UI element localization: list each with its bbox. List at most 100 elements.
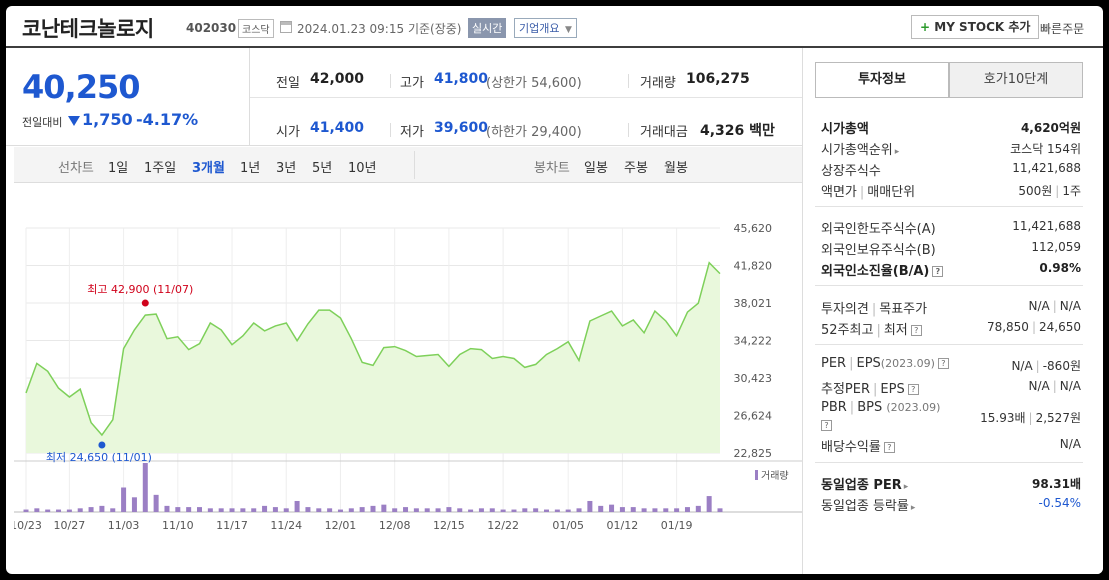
volume-bar <box>359 507 365 512</box>
open-value: 41,400 <box>310 120 365 136</box>
quick-order-link[interactable]: 빠른주문 <box>1040 20 1084 37</box>
volume-bar <box>511 509 517 512</box>
x-tick-label: 12/22 <box>487 519 519 532</box>
opinion-number: N/A <box>1028 299 1050 313</box>
x-tick-label: 12/08 <box>379 519 411 532</box>
tab-orderbook[interactable]: 호가10단계 <box>949 62 1083 98</box>
datetime-text: 2024.01.23 09:15 <box>297 22 405 36</box>
low-annotation: 최저 24,650 (11/01) <box>46 451 152 464</box>
pbr-value: 15.93배 | 2,527원 <box>980 409 1081 426</box>
cap-rank-label: 시가총액순위 ▸ <box>821 139 899 158</box>
volume-bar <box>327 508 333 512</box>
lower-limit-value: 29,400) <box>531 125 582 140</box>
bps-text: BPS <box>857 400 883 415</box>
divider <box>390 74 391 88</box>
x-tick-label: 11/10 <box>162 519 194 532</box>
market-cap-label: 시가총액 <box>821 122 869 137</box>
foreign-limit-row: 외국인한도주식수(A) 11,421,688 <box>821 216 1083 237</box>
bps-period: (2023.09) <box>886 401 941 414</box>
est-eps-text: EPS <box>880 382 905 397</box>
period-3y[interactable]: 3년 <box>276 157 296 176</box>
info-divider <box>815 285 1083 286</box>
price-chart[interactable]: 45,620 41,820 38,021 34,222 30,423 26,624 22,8… <box>10 183 802 574</box>
foreign-ratio-row: 외국인소진율(B/A)? 0.98% <box>821 258 1083 279</box>
volume-bar <box>413 508 419 512</box>
period-10y[interactable]: 10년 <box>348 157 377 176</box>
x-tick-label: 12/15 <box>433 519 465 532</box>
volume-bar <box>522 508 528 512</box>
candle-daily[interactable]: 일봉 <box>584 157 608 176</box>
volume-bar <box>652 508 658 512</box>
dividend-row: 배당수익률? N/A <box>821 434 1083 455</box>
sector-per-row[interactable]: 동일업종 PER ▸ 98.31배 <box>821 472 1083 493</box>
help-icon[interactable]: ? <box>883 442 895 453</box>
volume-bar <box>403 507 409 512</box>
separator: | <box>1055 184 1060 198</box>
period-1w[interactable]: 1주일 <box>144 157 176 176</box>
volume-bar <box>142 463 148 512</box>
period-1d[interactable]: 1일 <box>108 157 128 176</box>
low-value: 39,600 <box>434 120 489 136</box>
per-row: PER | EPS(2023.09)? N/A | -860원 <box>821 354 1083 374</box>
w52-high-text: 52주최고 <box>821 323 874 338</box>
volume-bar <box>500 509 506 512</box>
add-mystock-button[interactable]: + MY STOCK 추가 <box>911 15 1040 39</box>
period-3m[interactable]: 3개월 <box>192 157 225 176</box>
chevron-right-icon: ▸ <box>910 503 916 513</box>
volume-bar <box>457 508 463 512</box>
mystock-label: MY STOCK 추가 <box>934 20 1031 34</box>
volume-bar <box>609 504 615 512</box>
volume-bar <box>88 507 94 512</box>
dividend-text: 배당수익률 <box>821 440 881 455</box>
candle-weekly[interactable]: 주봉 <box>624 157 648 176</box>
sector-change-row[interactable]: 동일업종 등락률 ▸ -0.54% <box>821 493 1083 514</box>
y-tick-label: 22,825 <box>734 447 773 460</box>
investment-info-panel: 투자정보 호가10단계 시가총액 4,620억원 시가총액순위 ▸ 코스닥 154… <box>802 48 1103 574</box>
volume-bar <box>468 509 474 512</box>
par-text: 액면가 <box>821 185 857 200</box>
volume-bar <box>99 505 105 512</box>
cap-rank-text: 시가총액순위 <box>821 143 893 158</box>
y-tick-label: 45,620 <box>734 222 773 235</box>
market-badge: 코스닥 <box>238 19 274 38</box>
volume-bar <box>381 504 387 512</box>
volume-bar <box>34 508 40 512</box>
price-chart-svg[interactable]: 45,620 41,820 38,021 34,222 30,423 26,624 22,8… <box>10 183 802 574</box>
sector-change-text: 동일업종 등락률 <box>821 499 909 514</box>
volume-bar <box>23 509 29 512</box>
company-name[interactable]: 코난테크놀로지 <box>22 13 154 43</box>
cap-rank-row[interactable]: 시가총액순위 ▸ 코스닥 154위 <box>821 137 1083 158</box>
help-icon[interactable]: ? <box>907 384 919 395</box>
period-1y[interactable]: 1년 <box>240 157 260 176</box>
help-icon[interactable]: ? <box>910 325 922 336</box>
amount-value: 4,326 백만 <box>700 120 775 140</box>
period-5y[interactable]: 5년 <box>312 157 332 176</box>
x-tick-label: 11/24 <box>270 519 302 532</box>
w52-low-text: 최저 <box>883 323 908 338</box>
est-per-label: 추정PER | EPS? <box>821 378 919 397</box>
realtime-badge[interactable]: 실시간 <box>468 18 507 38</box>
high-marker <box>141 299 149 307</box>
help-icon[interactable]: ? <box>937 358 949 369</box>
upper-limit-value: 54,600) <box>531 76 582 91</box>
tab-investment-info[interactable]: 투자정보 <box>815 62 949 98</box>
price-stats: 전일 42,000 고가 41,800 (상한가 54,600) 거래량 106… <box>250 48 802 146</box>
divider <box>628 74 629 88</box>
shares-label: 상장주식수 <box>821 164 881 179</box>
candle-chart-label: 봉차트 <box>534 161 570 176</box>
high-annotation: 최고 42,900 (11/07) <box>87 283 193 296</box>
y-tick-label: 26,624 <box>734 410 773 423</box>
separator: | <box>1031 320 1036 334</box>
target-number: N/A <box>1059 299 1081 313</box>
company-info-dropdown[interactable]: 기업개요 ▼ <box>514 18 577 38</box>
separator: | <box>1028 411 1033 425</box>
stats-divider <box>250 97 802 98</box>
target-text: 목표주가 <box>879 302 928 317</box>
help-icon[interactable]: ? <box>821 420 832 431</box>
help-icon[interactable]: ? <box>932 266 944 277</box>
est-per-value: N/A | N/A <box>1028 379 1081 393</box>
candle-monthly[interactable]: 월봉 <box>664 157 688 176</box>
volume-bar <box>262 505 268 512</box>
amount-label: 거래대금 <box>640 125 688 140</box>
w52-low-number: 24,650 <box>1039 320 1081 334</box>
